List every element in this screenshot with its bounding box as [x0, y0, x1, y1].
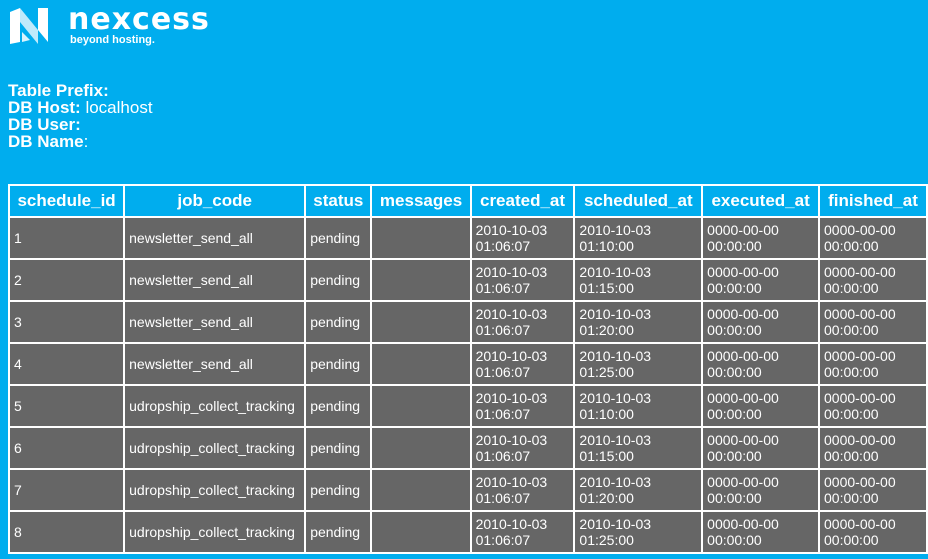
column-header-finished-at: finished_at	[820, 186, 926, 216]
cell-finished-at: 0000-00-00 00:00:00	[820, 260, 926, 300]
cell-messages	[372, 386, 470, 426]
db-host-value: localhost	[80, 98, 153, 117]
cell-executed-at: 0000-00-00 00:00:00	[703, 260, 819, 300]
cell-scheduled-at: 2010-10-03 01:25:00	[575, 344, 702, 384]
db-name-value: :	[83, 132, 89, 151]
cell-created-at: 2010-10-03 01:06:07	[471, 302, 574, 342]
nexcess-logo-icon	[10, 8, 48, 44]
cell-schedule-id: 3	[10, 302, 124, 342]
cell-status: pending	[306, 344, 371, 384]
column-header-schedule-id: schedule_id	[10, 186, 124, 216]
cell-finished-at: 0000-00-00 00:00:00	[820, 344, 926, 384]
cell-schedule-id: 4	[10, 344, 124, 384]
cell-job-code: newsletter_send_all	[125, 260, 305, 300]
cell-executed-at: 0000-00-00 00:00:00	[703, 470, 819, 510]
cell-created-at: 2010-10-03 01:06:07	[471, 470, 574, 510]
cell-executed-at: 0000-00-00 00:00:00	[703, 302, 819, 342]
cell-messages	[372, 512, 470, 552]
cell-job-code: newsletter_send_all	[125, 344, 305, 384]
cell-schedule-id: 5	[10, 386, 124, 426]
cell-scheduled-at: 2010-10-03 01:20:00	[575, 302, 702, 342]
column-header-status: status	[306, 186, 371, 216]
cell-created-at: 2010-10-03 01:06:07	[471, 428, 574, 468]
column-header-job-code: job_code	[125, 186, 305, 216]
db-name-line: DB Name:	[8, 133, 153, 150]
column-header-created-at: created_at	[471, 186, 574, 216]
cell-finished-at: 0000-00-00 00:00:00	[820, 428, 926, 468]
db-info: Table Prefix: DB Host: localhost DB User…	[8, 82, 153, 150]
cell-scheduled-at: 2010-10-03 01:10:00	[575, 386, 702, 426]
cell-created-at: 2010-10-03 01:06:07	[471, 260, 574, 300]
brand-tagline: beyond hosting.	[70, 34, 155, 46]
cell-executed-at: 0000-00-00 00:00:00	[703, 428, 819, 468]
cell-created-at: 2010-10-03 01:06:07	[471, 344, 574, 384]
cell-scheduled-at: 2010-10-03 01:15:00	[575, 260, 702, 300]
cell-finished-at: 0000-00-00 00:00:00	[820, 218, 926, 258]
db-host-line: DB Host: localhost	[8, 99, 153, 116]
column-header-messages: messages	[372, 186, 470, 216]
cell-messages	[372, 218, 470, 258]
cell-created-at: 2010-10-03 01:06:07	[471, 218, 574, 258]
table-row: 3 newsletter_send_all pending 2010-10-03…	[10, 302, 926, 342]
table-row: 7 udropship_collect_tracking pending 201…	[10, 470, 926, 510]
table-row: 6 udropship_collect_tracking pending 201…	[10, 428, 926, 468]
cell-created-at: 2010-10-03 01:06:07	[471, 386, 574, 426]
cell-schedule-id: 2	[10, 260, 124, 300]
cell-status: pending	[306, 302, 371, 342]
db-user-line: DB User:	[8, 116, 153, 133]
cell-messages	[372, 470, 470, 510]
cell-schedule-id: 6	[10, 428, 124, 468]
cell-finished-at: 0000-00-00 00:00:00	[820, 386, 926, 426]
brand-name: nexcess	[68, 2, 210, 37]
cell-finished-at: 0000-00-00 00:00:00	[820, 470, 926, 510]
table-header-row: schedule_id job_code status messages cre…	[10, 186, 926, 216]
table-prefix-line: Table Prefix:	[8, 82, 153, 99]
cell-job-code: newsletter_send_all	[125, 218, 305, 258]
cell-scheduled-at: 2010-10-03 01:10:00	[575, 218, 702, 258]
cron-schedule-table: schedule_id job_code status messages cre…	[8, 184, 928, 554]
cell-status: pending	[306, 260, 371, 300]
cell-schedule-id: 1	[10, 218, 124, 258]
cell-job-code: udropship_collect_tracking	[125, 428, 305, 468]
column-header-scheduled-at: scheduled_at	[575, 186, 702, 216]
table-row: 8 udropship_collect_tracking pending 201…	[10, 512, 926, 552]
cell-executed-at: 0000-00-00 00:00:00	[703, 386, 819, 426]
cell-status: pending	[306, 470, 371, 510]
table-row: 5 udropship_collect_tracking pending 201…	[10, 386, 926, 426]
table-row: 2 newsletter_send_all pending 2010-10-03…	[10, 260, 926, 300]
cell-finished-at: 0000-00-00 00:00:00	[820, 512, 926, 552]
cell-executed-at: 0000-00-00 00:00:00	[703, 344, 819, 384]
logo-text: nexcess beyond hosting.	[68, 2, 210, 47]
cell-messages	[372, 302, 470, 342]
cell-finished-at: 0000-00-00 00:00:00	[820, 302, 926, 342]
cell-created-at: 2010-10-03 01:06:07	[471, 512, 574, 552]
cell-job-code: newsletter_send_all	[125, 302, 305, 342]
cell-status: pending	[306, 218, 371, 258]
cell-job-code: udropship_collect_tracking	[125, 470, 305, 510]
db-name-label: DB Name	[8, 132, 84, 151]
cell-messages	[372, 260, 470, 300]
cell-schedule-id: 7	[10, 470, 124, 510]
header: nexcess beyond hosting.	[8, 2, 210, 47]
cell-messages	[372, 428, 470, 468]
cell-executed-at: 0000-00-00 00:00:00	[703, 218, 819, 258]
cell-scheduled-at: 2010-10-03 01:15:00	[575, 428, 702, 468]
cell-job-code: udropship_collect_tracking	[125, 386, 305, 426]
cell-scheduled-at: 2010-10-03 01:20:00	[575, 470, 702, 510]
cell-status: pending	[306, 512, 371, 552]
cell-executed-at: 0000-00-00 00:00:00	[703, 512, 819, 552]
cell-status: pending	[306, 386, 371, 426]
cell-messages	[372, 344, 470, 384]
cell-scheduled-at: 2010-10-03 01:25:00	[575, 512, 702, 552]
cell-status: pending	[306, 428, 371, 468]
table-row: 1 newsletter_send_all pending 2010-10-03…	[10, 218, 926, 258]
cell-schedule-id: 8	[10, 512, 124, 552]
cell-job-code: udropship_collect_tracking	[125, 512, 305, 552]
table-row: 4 newsletter_send_all pending 2010-10-03…	[10, 344, 926, 384]
column-header-executed-at: executed_at	[703, 186, 819, 216]
